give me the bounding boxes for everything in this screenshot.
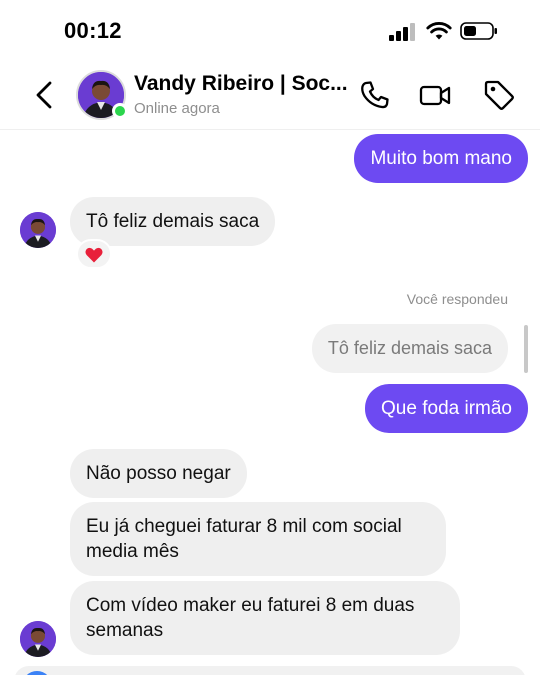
incoming-message[interactable]: Com vídeo maker eu faturei 8 em duas sem… <box>70 581 460 655</box>
message-composer[interactable] <box>14 666 526 675</box>
cellular-signal-icon <box>389 23 415 41</box>
status-bar: 00:12 <box>0 0 540 62</box>
wifi-icon <box>426 22 452 40</box>
message-list[interactable]: Muito bom mano Tô feliz demais saca Você… <box>0 131 540 675</box>
online-indicator <box>112 103 128 119</box>
contact-status: Online agora <box>134 100 220 117</box>
contact-avatar-small[interactable] <box>20 212 56 248</box>
phone-icon[interactable] <box>358 78 392 112</box>
incoming-message[interactable]: Não posso negar <box>70 449 247 498</box>
message-line: Com vídeo maker eu faturei 8 em duas <box>86 595 415 616</box>
tag-icon[interactable] <box>482 78 516 112</box>
quoted-message[interactable]: Tô feliz demais saca <box>311 324 508 373</box>
contact-name[interactable]: Vandy Ribeiro | Soc... <box>134 72 348 96</box>
message-line: Eu já cheguei faturar 8 mil com social <box>86 516 402 537</box>
heart-icon <box>85 247 103 263</box>
message-line: semanas <box>86 620 164 641</box>
chat-header: Vandy Ribeiro | Soc... Online agora <box>0 62 540 130</box>
message-line: media mês <box>86 541 179 562</box>
video-call-icon[interactable] <box>418 78 452 112</box>
status-time: 00:12 <box>64 18 122 43</box>
heart-reaction[interactable] <box>76 239 112 269</box>
profile-photo <box>20 212 56 248</box>
back-chevron-icon[interactable] <box>30 78 60 112</box>
scrollbar[interactable] <box>524 325 528 373</box>
profile-photo <box>20 621 56 657</box>
incoming-message[interactable]: Eu já cheguei faturar 8 mil com social m… <box>70 502 446 576</box>
contact-avatar-small[interactable] <box>20 621 56 657</box>
outgoing-message[interactable]: Muito bom mano <box>354 134 528 183</box>
replied-label: Você respondeu <box>406 291 508 307</box>
contact-avatar[interactable] <box>76 70 128 120</box>
battery-icon <box>460 22 497 40</box>
outgoing-message[interactable]: Que foda irmão <box>365 384 528 433</box>
